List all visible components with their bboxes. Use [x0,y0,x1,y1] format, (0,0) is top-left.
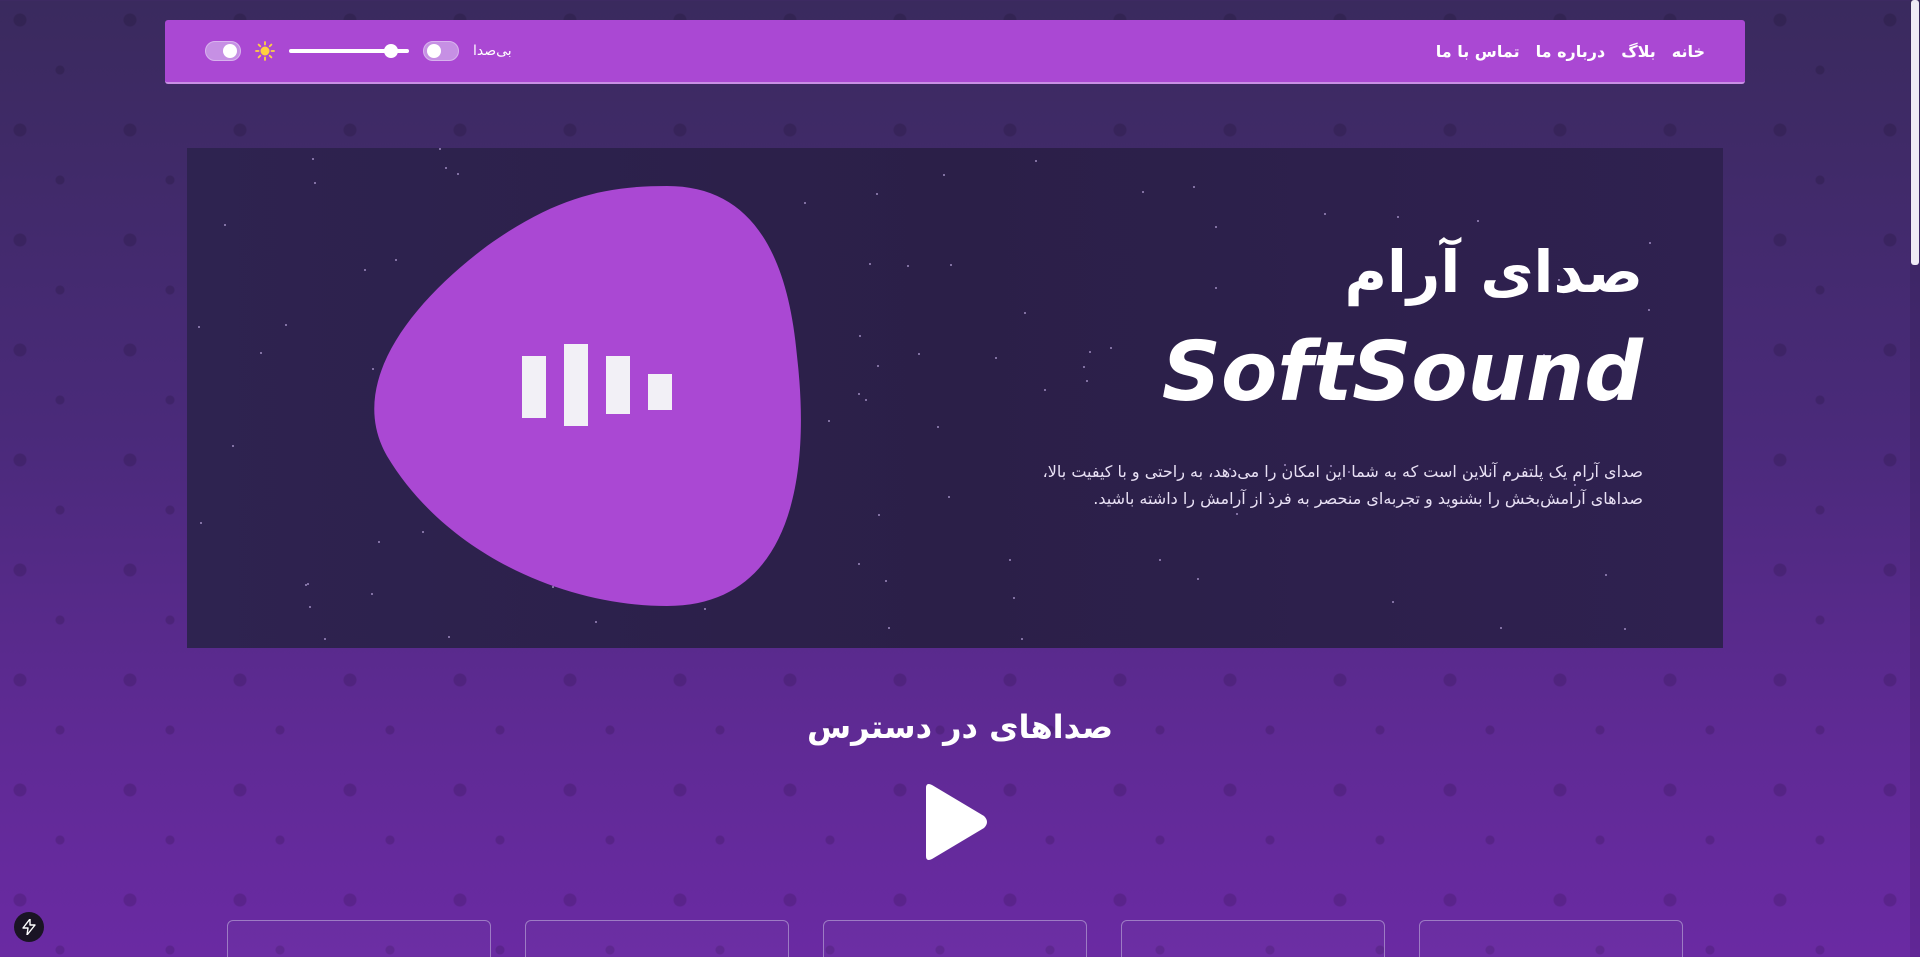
star [1013,596,1016,599]
star [885,579,888,582]
star [942,173,945,176]
nav-link-home[interactable]: خانه [1672,42,1705,61]
star [1500,627,1503,630]
sound-card[interactable] [823,920,1087,957]
star [438,148,441,151]
star [456,172,459,175]
nav-link-contact[interactable]: تماس با ما [1436,42,1520,61]
logo-blob [374,186,801,606]
mute-label: بی‌صدا [473,43,512,59]
lightning-icon [22,919,36,935]
nav-links: خانه بلاگ درباره ما تماس با ما [1436,42,1705,61]
star [224,224,227,227]
star [307,583,310,586]
star [918,353,921,356]
star [1020,638,1023,641]
hero-description-line: صداهای آرامش‌بخش را بشنوید و تجربه‌ای من… [1093,488,1643,508]
star [828,420,831,423]
star [1158,558,1161,561]
star [447,635,450,638]
star [857,393,860,396]
star [1141,190,1144,193]
hero-description: صدای آرام یک پلتفرم آنلاین است که به شما… [943,458,1643,512]
play-icon[interactable] [918,782,990,862]
star [1323,213,1326,216]
toggle-knob [427,44,441,58]
star [312,158,315,161]
star [1648,308,1651,311]
star [1197,578,1200,581]
star [868,263,871,266]
star [445,166,448,169]
star [1391,600,1394,603]
star [1008,559,1011,562]
star [363,268,366,271]
star [877,513,880,516]
star [285,324,288,327]
star [859,334,862,337]
sound-card[interactable] [227,920,491,957]
star [323,638,326,641]
star [888,626,891,629]
star [595,621,598,624]
star [876,365,879,368]
star [259,352,262,355]
star [876,192,879,195]
star [858,563,861,566]
scrollbar-thumb[interactable] [1911,0,1919,265]
hero-text: صدای آرام SoftSound صدای آرام یک پلتفرم … [943,238,1643,512]
sound-card[interactable] [1121,920,1385,957]
mute-toggle[interactable] [423,41,459,61]
star [1035,159,1038,162]
star [907,264,910,267]
star [865,398,868,401]
star [1623,628,1626,631]
star [1477,220,1480,223]
star [703,608,706,611]
sounds-section-title: صداهای در دسترس [806,708,1114,746]
nav-controls: بی‌صدا [205,41,512,61]
star [1649,241,1652,244]
nav-link-about[interactable]: درباره ما [1536,42,1606,61]
star [199,522,202,525]
hero-title-en: SoftSound [1161,324,1643,420]
hero-section: صدای آرام SoftSound صدای آرام یک پلتفرم … [187,148,1723,648]
page-scrollbar[interactable] [1910,0,1920,957]
star [308,606,311,609]
star [937,425,940,428]
sound-card[interactable] [525,920,789,957]
sun-icon [255,41,275,61]
sound-card[interactable] [1419,920,1683,957]
hero-title-fa: صدای آرام [1344,238,1643,306]
theme-toggle[interactable] [205,41,241,61]
star [1236,512,1239,515]
volume-slider[interactable] [289,41,409,61]
volume-thumb[interactable] [384,44,398,58]
star [1605,573,1608,576]
toggle-knob [223,44,237,58]
nav-link-blog[interactable]: بلاگ [1621,42,1656,61]
hero-description-line: صدای آرام یک پلتفرم آنلاین است که به شما… [1042,461,1643,481]
top-navbar: بی‌صدا خانه بلاگ درباره ما تماس با ما [165,20,1745,84]
star [1215,226,1218,229]
star [1192,185,1195,188]
star [313,181,316,184]
star [1396,215,1399,218]
star [197,326,200,329]
star [232,445,235,448]
dev-tools-badge[interactable] [14,912,44,942]
